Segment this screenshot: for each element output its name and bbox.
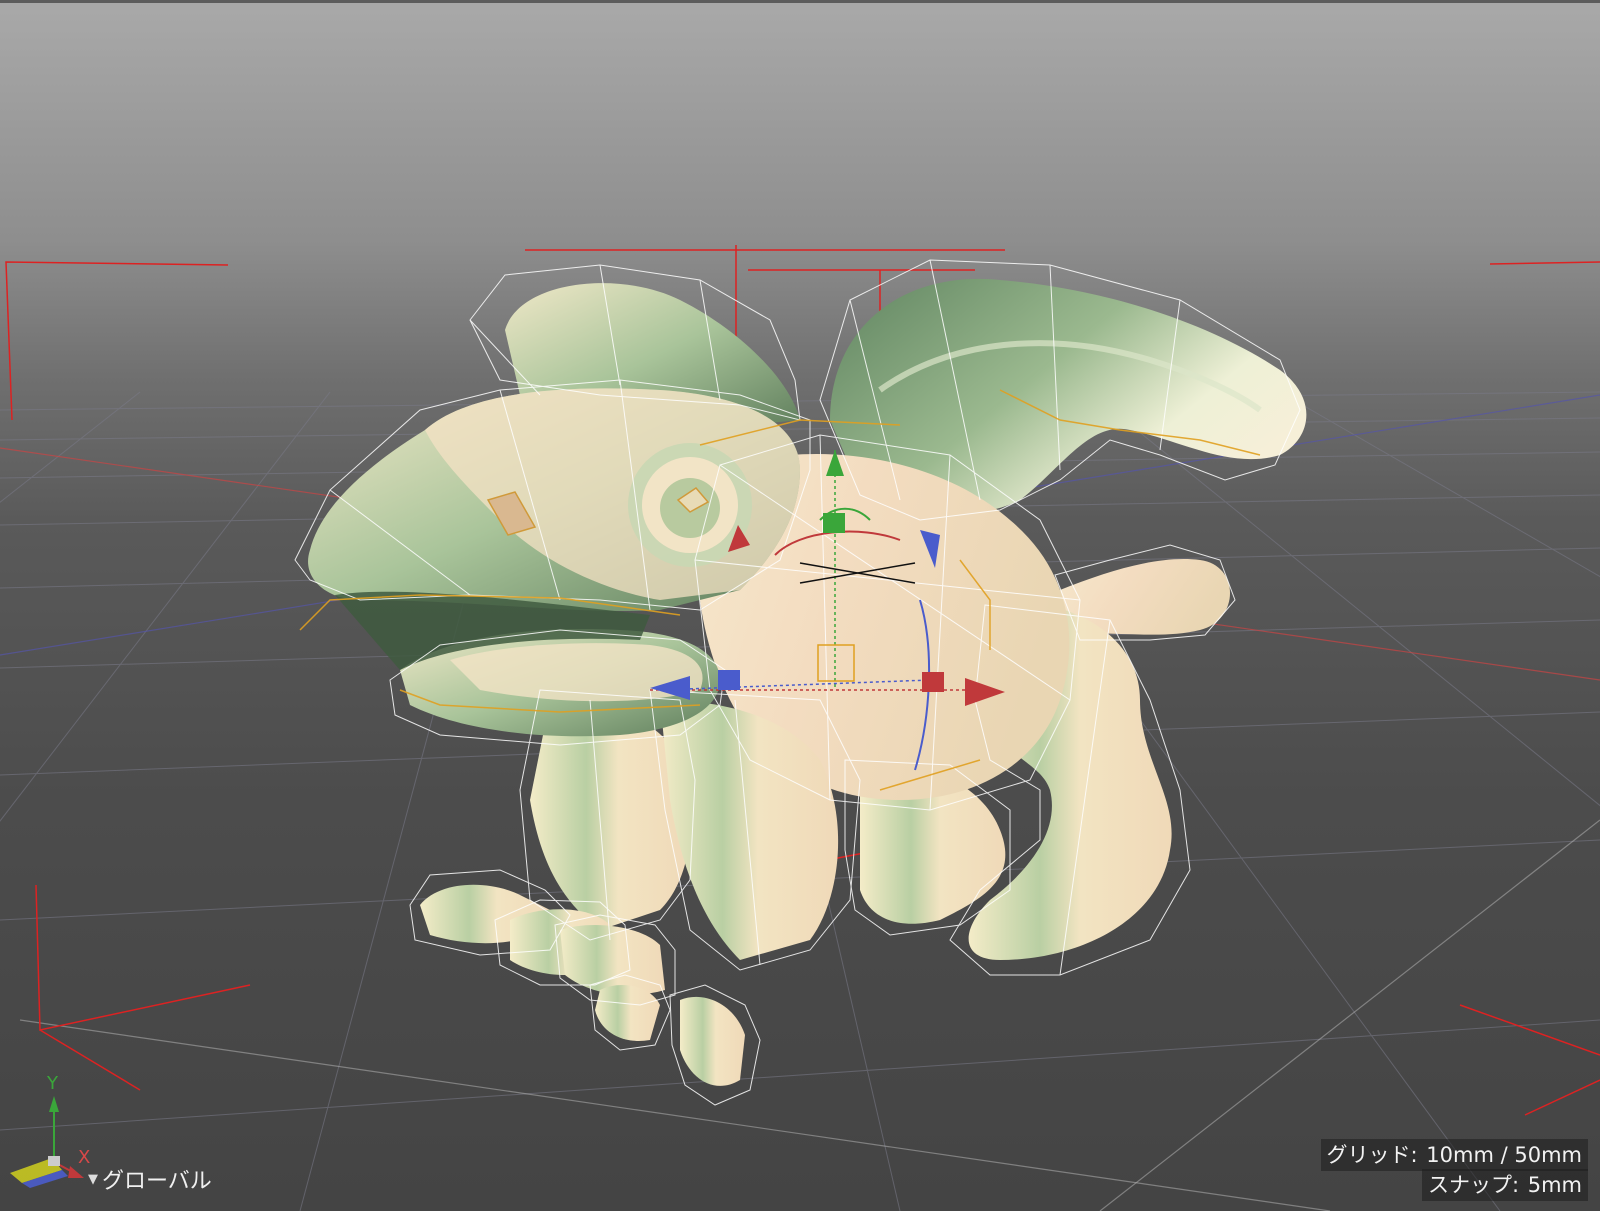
3d-viewport[interactable]: Y X ▼ グローバル グリッド: 10mm / 50mm スナップ: 5mm <box>0 0 1600 1211</box>
scene-canvas[interactable]: Y X <box>0 0 1600 1211</box>
snap-size-readout: スナップ: 5mm <box>1421 1169 1588 1201</box>
grid-size-readout: グリッド: 10mm / 50mm <box>1320 1139 1588 1171</box>
axis-indicator: Y X <box>10 1073 90 1188</box>
gizmo-z-handle[interactable] <box>718 670 740 690</box>
grid-label: グリッド: <box>1326 1143 1418 1167</box>
coordinate-space-label: グローバル <box>102 1169 212 1194</box>
grid-value: 10mm / 50mm <box>1426 1143 1582 1167</box>
gizmo-x-handle[interactable] <box>922 672 944 692</box>
triangle-down-icon: ▼ <box>88 1171 98 1187</box>
axis-y-label: Y <box>46 1073 59 1094</box>
coordinate-space-dropdown[interactable]: ▼ グローバル <box>88 1163 212 1195</box>
snap-label: スナップ: <box>1427 1173 1520 1197</box>
snap-value: 5mm <box>1527 1173 1582 1197</box>
gizmo-y-handle[interactable] <box>823 513 845 533</box>
